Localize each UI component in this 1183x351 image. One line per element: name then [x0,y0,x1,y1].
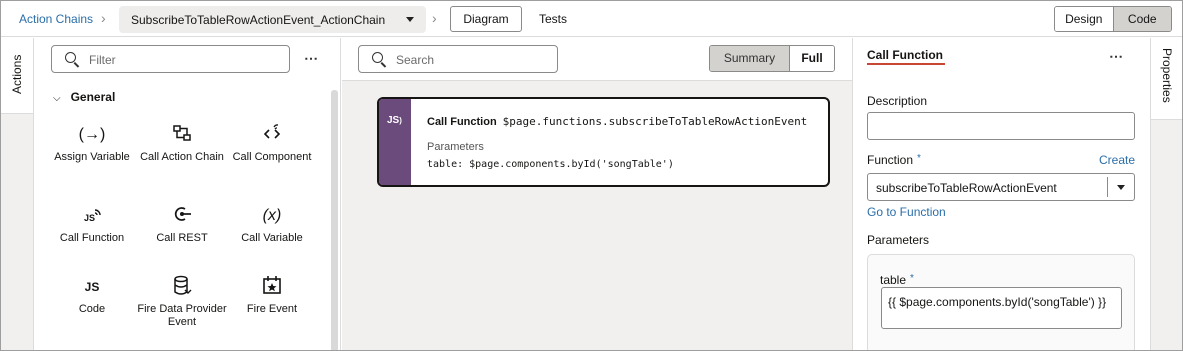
search-icon [65,52,76,63]
palette-item-fire-data-provider-event[interactable]: Fire Data Provider Event [137,275,227,329]
function-select-value: subscribeToTableRowActionEvent [876,181,1057,195]
palette-item-fire-event[interactable]: Fire Event [227,275,317,316]
table-param-label: table * [880,273,914,287]
design-button[interactable]: Design [1055,7,1114,31]
canvas-toolbar: Search Summary Full [342,38,852,81]
summary-full-toggle: Summary Full [709,45,835,72]
palette-item-assign-variable[interactable]: (→) Assign Variable [47,123,137,164]
table-param-field[interactable]: {{ $page.components.byId('songTable') }} [881,287,1122,329]
chevron-right-icon: › [101,10,106,26]
palette-item-call-rest[interactable]: Call REST [137,204,227,245]
search-placeholder: Search [396,53,435,67]
code-js-icon: JS [84,280,100,294]
palette-item-call-action-chain[interactable]: Call Action Chain [137,123,227,164]
rest-icon [137,204,227,228]
palette-item-call-variable[interactable]: (x) Call Variable [227,204,317,245]
palette-item-label: Assign Variable [54,151,130,163]
palette-item-call-function[interactable]: JS Call Function [47,204,137,245]
properties-side-tab[interactable]: Properties [1150,38,1182,120]
description-field[interactable] [867,112,1135,140]
node-function-ref: $page.functions.subscribeToTableRowActio… [502,115,808,128]
properties-title: Call Function [867,48,943,62]
chevron-down-icon: ⌵ [53,93,61,104]
function-select[interactable]: subscribeToTableRowActionEvent [867,173,1135,201]
palette-item-label: Call Component [232,151,312,163]
diagram-canvas[interactable]: Search Summary Full JS) Call Function $pa… [342,38,852,350]
palette-item-label: Call Action Chain [140,151,224,163]
parameters-label: Parameters [867,233,930,247]
action-chain-name: SubscribeToTableRowActionEvent_ActionCha… [131,13,386,27]
group-label: General [70,90,116,104]
caret-down-icon [406,17,414,22]
palette-item-label: Call REST [156,232,208,244]
actions-side-tab-label: Actions [10,54,24,94]
palette-item-label: Fire Data Provider Event [137,303,227,328]
palette-item-label: Call Function [59,232,125,244]
caret-down-icon[interactable] [1117,185,1125,190]
properties-more-button[interactable]: ⋯ [1109,48,1124,65]
palette-item-label: Call Variable [241,232,303,244]
search-input[interactable]: Search [358,45,558,73]
database-icon [137,275,227,299]
function-label: Function * [867,153,921,167]
code-button[interactable]: Code [1113,7,1171,31]
go-to-function-link[interactable]: Go to Function [867,205,946,219]
call-function-node[interactable]: JS) Call Function $page.functions.subscri… [377,97,830,187]
component-icon [227,123,317,147]
palette-more-button[interactable]: ⋯ [304,50,319,67]
palette-item-call-component[interactable]: Call Component [227,123,317,164]
svg-text:JS: JS [84,213,95,223]
palette-item-label: Fire Event [246,303,298,315]
parameters-box: table * {{ $page.components.byId('songTab… [867,254,1135,350]
palette-item-code[interactable]: JS Code [47,275,137,316]
app-window: Action Chains › SubscribeToTableRowActio… [0,0,1183,351]
action-chain-selector[interactable]: SubscribeToTableRowActionEvent_ActionCha… [119,6,426,33]
node-title: Call Function $page.functions.subscribeTo… [427,115,807,128]
tab-tests[interactable]: Tests [539,12,567,26]
group-header-general[interactable]: ⌵ General [53,90,115,104]
right-side-strip [1150,120,1182,350]
node-action-name: Call Function [427,116,497,128]
filter-placeholder: Filter [89,53,116,67]
breadcrumb-action-chains-link[interactable]: Action Chains [19,12,93,26]
node-params-label: Parameters [427,141,484,153]
chain-icon [137,123,227,147]
event-icon [227,275,317,299]
node-color-bar: JS) [379,99,411,185]
create-function-link[interactable]: Create [1099,153,1135,167]
table-param-value: {{ $page.components.byId('songTable') }} [888,295,1107,309]
js-signal-icon: JS [47,204,137,228]
js-signal-icon: JS) [387,115,402,126]
assign-variable-icon: (→) [78,126,106,143]
summary-button[interactable]: Summary [710,46,790,71]
required-marker: * [917,153,921,164]
actions-side-tab[interactable]: Actions [1,38,34,114]
palette-scrollbar[interactable] [331,90,338,350]
palette-item-label: Code [78,303,106,315]
description-label: Description [867,94,928,108]
actions-palette: Filter ⋯ ⌵ General (→) Assign Variable Ca… [34,38,341,350]
required-marker: * [910,273,914,284]
select-divider [1107,177,1108,197]
properties-panel: Call Function ⋯ Description Function * Cr… [852,38,1150,350]
tab-diagram[interactable]: Diagram [450,6,522,32]
search-icon [372,52,383,63]
filter-input[interactable]: Filter [51,45,290,73]
top-toolbar: Action Chains › SubscribeToTableRowActio… [1,1,1182,37]
node-params-value: table: $page.components.byId('songTable'… [427,159,674,170]
left-side-strip [1,114,34,350]
call-variable-icon: (x) [262,207,282,224]
full-button[interactable]: Full [790,46,834,71]
chevron-right-icon: › [432,10,437,26]
properties-side-tab-label: Properties [1160,48,1174,103]
title-underline [867,63,945,65]
design-code-toggle: Design Code [1054,6,1172,32]
